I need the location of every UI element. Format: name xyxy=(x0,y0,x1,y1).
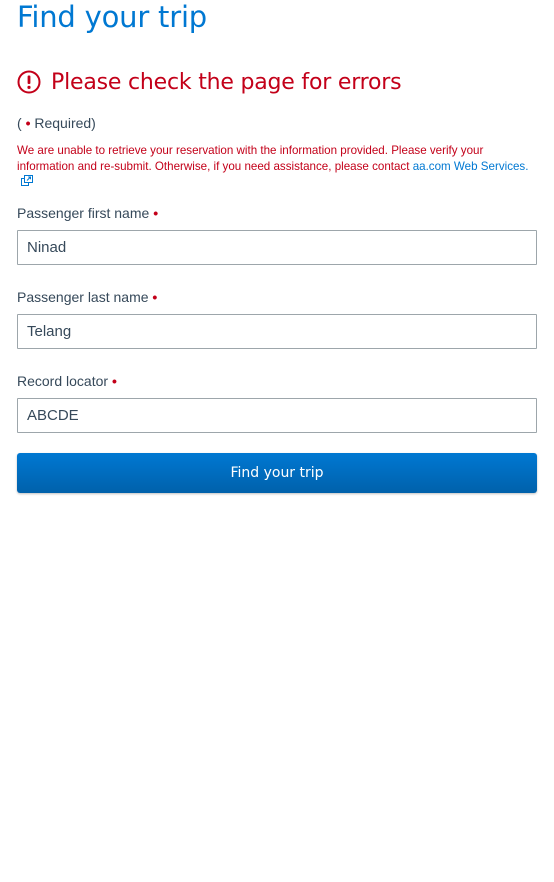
error-message: We are unable to retrieve your reservati… xyxy=(17,143,537,190)
record-locator-required-dot: • xyxy=(111,372,117,389)
first-name-input[interactable] xyxy=(17,229,537,265)
alert-circle-icon xyxy=(17,70,41,94)
first-name-label: Passenger first name • xyxy=(17,204,537,222)
required-note: ( • Required) xyxy=(17,114,537,132)
record-locator-field: Record locator • xyxy=(17,372,537,433)
last-name-label: Passenger last name • xyxy=(17,288,537,306)
required-note-open: ( xyxy=(17,115,22,131)
required-note-text: Required) xyxy=(30,115,96,131)
record-locator-label: Record locator • xyxy=(17,372,537,390)
last-name-label-text: Passenger last name xyxy=(17,288,149,305)
web-services-link[interactable]: aa.com Web Services. xyxy=(413,160,529,173)
record-locator-input[interactable] xyxy=(17,397,537,433)
last-name-required-dot: • xyxy=(152,288,158,305)
record-locator-label-text: Record locator xyxy=(17,372,109,389)
page-title: Find your trip xyxy=(17,0,208,34)
first-name-field: Passenger first name • xyxy=(17,204,537,265)
error-heading-text: Please check the page for errors xyxy=(51,69,402,95)
external-link-icon xyxy=(21,175,33,186)
last-name-field: Passenger last name • xyxy=(17,288,537,349)
find-trip-page: Find your trip Please check the page for… xyxy=(0,0,554,882)
first-name-label-text: Passenger first name xyxy=(17,204,150,221)
last-name-input[interactable] xyxy=(17,313,537,349)
first-name-required-dot: • xyxy=(153,204,159,221)
error-heading: Please check the page for errors xyxy=(17,64,537,100)
find-trip-button[interactable]: Find your trip xyxy=(17,452,537,493)
